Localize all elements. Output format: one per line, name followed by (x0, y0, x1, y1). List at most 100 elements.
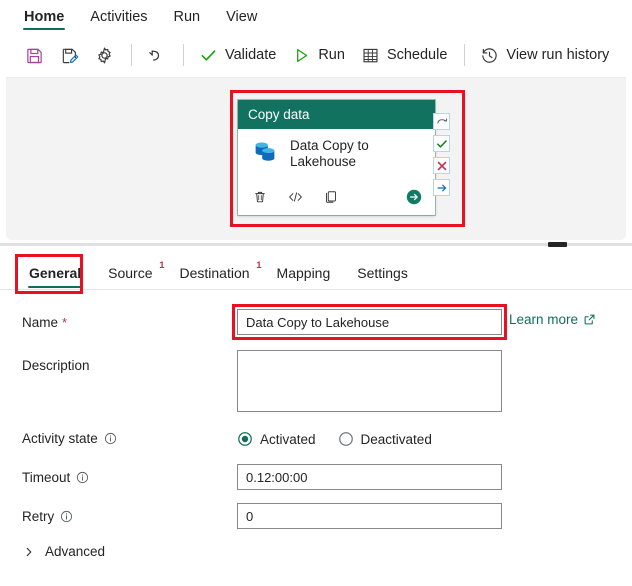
play-icon (292, 46, 311, 65)
on-skip-connector[interactable] (433, 179, 450, 196)
learn-more-link[interactable]: Learn more (509, 312, 596, 327)
x-icon (437, 161, 446, 170)
save-as-icon (60, 46, 79, 65)
radio-deactivated-indicator (338, 431, 354, 447)
external-link-icon (583, 313, 596, 326)
command-bar: Validate Run Schedule View run history (6, 33, 626, 77)
name-label-text: Name (22, 315, 59, 330)
copy-data-activity-card[interactable]: Copy data Data Copy to Lakehouse (238, 100, 435, 215)
ribbon-tab-home-label: Home (24, 9, 65, 25)
calendar-icon (361, 46, 380, 65)
activity-state-label-text: Activity state (22, 431, 98, 446)
on-failure-connector[interactable] (433, 157, 450, 174)
timeout-field-label: Timeout (22, 470, 89, 485)
on-completion-connector[interactable] (433, 113, 450, 130)
timeout-input[interactable] (237, 464, 502, 490)
activity-card-actions (238, 181, 435, 213)
activity-state-label: Activity state (22, 431, 117, 446)
save-as-button[interactable] (53, 39, 86, 71)
tab-general-label: General (29, 265, 82, 281)
tab-destination-label: Destination (179, 265, 250, 281)
name-field-label: Name * (22, 315, 67, 330)
tab-destination[interactable]: Destination 1 (171, 260, 262, 289)
tab-mapping[interactable]: Mapping (268, 265, 340, 289)
settings-button[interactable] (88, 39, 121, 71)
splitter-line (0, 243, 632, 246)
run-activity-icon[interactable] (405, 188, 423, 206)
check-icon (436, 139, 447, 148)
tab-general[interactable]: General (20, 265, 90, 289)
activity-properties-panel: General Source 1 Destination 1 Mapping S… (0, 247, 632, 586)
ribbon-tab-run[interactable]: Run (164, 9, 211, 32)
gear-icon (95, 46, 114, 65)
tab-destination-badge: 1 (256, 260, 262, 271)
retry-label-text: Retry (22, 509, 55, 524)
delete-activity-icon[interactable] (252, 189, 268, 205)
activity-state-info-icon[interactable] (104, 432, 117, 445)
ribbon-tab-view-label: View (226, 9, 258, 25)
tab-source-badge: 1 (159, 260, 165, 271)
validate-label: Validate (225, 47, 277, 63)
code-view-icon[interactable] (287, 189, 304, 205)
curved-arrow-icon (436, 117, 447, 124)
tab-source-label: Source (108, 265, 153, 281)
save-icon (25, 46, 44, 65)
toolbar-divider-2 (183, 44, 184, 66)
radio-deactivated[interactable]: Deactivated (338, 431, 432, 447)
name-required-asterisk: * (62, 315, 68, 330)
tab-source[interactable]: Source 1 (99, 260, 164, 289)
retry-field-label: Retry (22, 509, 73, 524)
name-input[interactable] (237, 309, 502, 335)
clone-activity-icon[interactable] (323, 189, 339, 205)
timeout-info-icon[interactable] (76, 471, 89, 484)
radio-activated[interactable]: Activated (237, 431, 316, 447)
activity-card-title: Data Copy to Lakehouse (290, 138, 369, 169)
tab-mapping-label: Mapping (276, 265, 331, 281)
advanced-section-toggle[interactable]: Advanced (23, 544, 105, 559)
description-textarea[interactable] (237, 350, 502, 412)
on-success-connector[interactable] (433, 135, 450, 152)
pipeline-editor: Home Activities Run View Validate Run Sc… (0, 0, 632, 586)
tab-settings-label: Settings (357, 265, 408, 281)
undo-button[interactable] (140, 39, 173, 71)
history-icon (480, 46, 499, 65)
description-label-text: Description (22, 358, 90, 373)
database-copy-icon (250, 137, 280, 167)
learn-more-label: Learn more (509, 312, 579, 327)
tab-settings[interactable]: Settings (348, 265, 417, 289)
toolbar-divider-3 (464, 44, 466, 66)
run-label: Run (318, 47, 345, 63)
activity-card-header[interactable]: Copy data (238, 100, 435, 129)
radio-deactivated-label: Deactivated (360, 431, 432, 447)
undo-icon (147, 46, 166, 65)
radio-activated-label: Activated (260, 431, 316, 447)
ribbon-tab-home[interactable]: Home (14, 9, 74, 32)
run-button[interactable]: Run (285, 39, 352, 71)
ribbon-tab-activities-label: Activities (90, 9, 148, 25)
chevron-right-icon (23, 546, 35, 558)
activity-card-body: Data Copy to Lakehouse (238, 129, 435, 181)
schedule-button[interactable]: Schedule (354, 39, 454, 71)
view-run-history-label: View run history (506, 47, 610, 63)
ribbon-tab-view[interactable]: View (216, 9, 267, 32)
properties-tab-bar: General Source 1 Destination 1 Mapping S… (0, 256, 632, 290)
description-field-label: Description (22, 358, 90, 373)
schedule-label: Schedule (386, 47, 448, 63)
activity-state-radio-group: Activated Deactivated (237, 431, 454, 447)
ribbon-tab-activities[interactable]: Activities (80, 9, 157, 32)
radio-activated-indicator (237, 431, 253, 447)
ribbon-tab-run-label: Run (173, 9, 201, 25)
validate-button[interactable]: Validate (192, 39, 283, 71)
view-run-history-button[interactable]: View run history (473, 39, 616, 71)
activity-connectors (433, 113, 451, 201)
advanced-label: Advanced (45, 544, 106, 559)
checkmark-icon (199, 46, 218, 65)
arrow-right-icon (437, 184, 446, 191)
toolbar-divider-1 (131, 44, 132, 66)
activity-card-header-label: Copy data (248, 107, 310, 122)
retry-input[interactable] (237, 503, 502, 529)
ribbon-tab-bar: Home Activities Run View (0, 0, 632, 32)
retry-info-icon[interactable] (60, 510, 73, 523)
save-button[interactable] (18, 39, 51, 71)
timeout-label-text: Timeout (22, 470, 71, 485)
